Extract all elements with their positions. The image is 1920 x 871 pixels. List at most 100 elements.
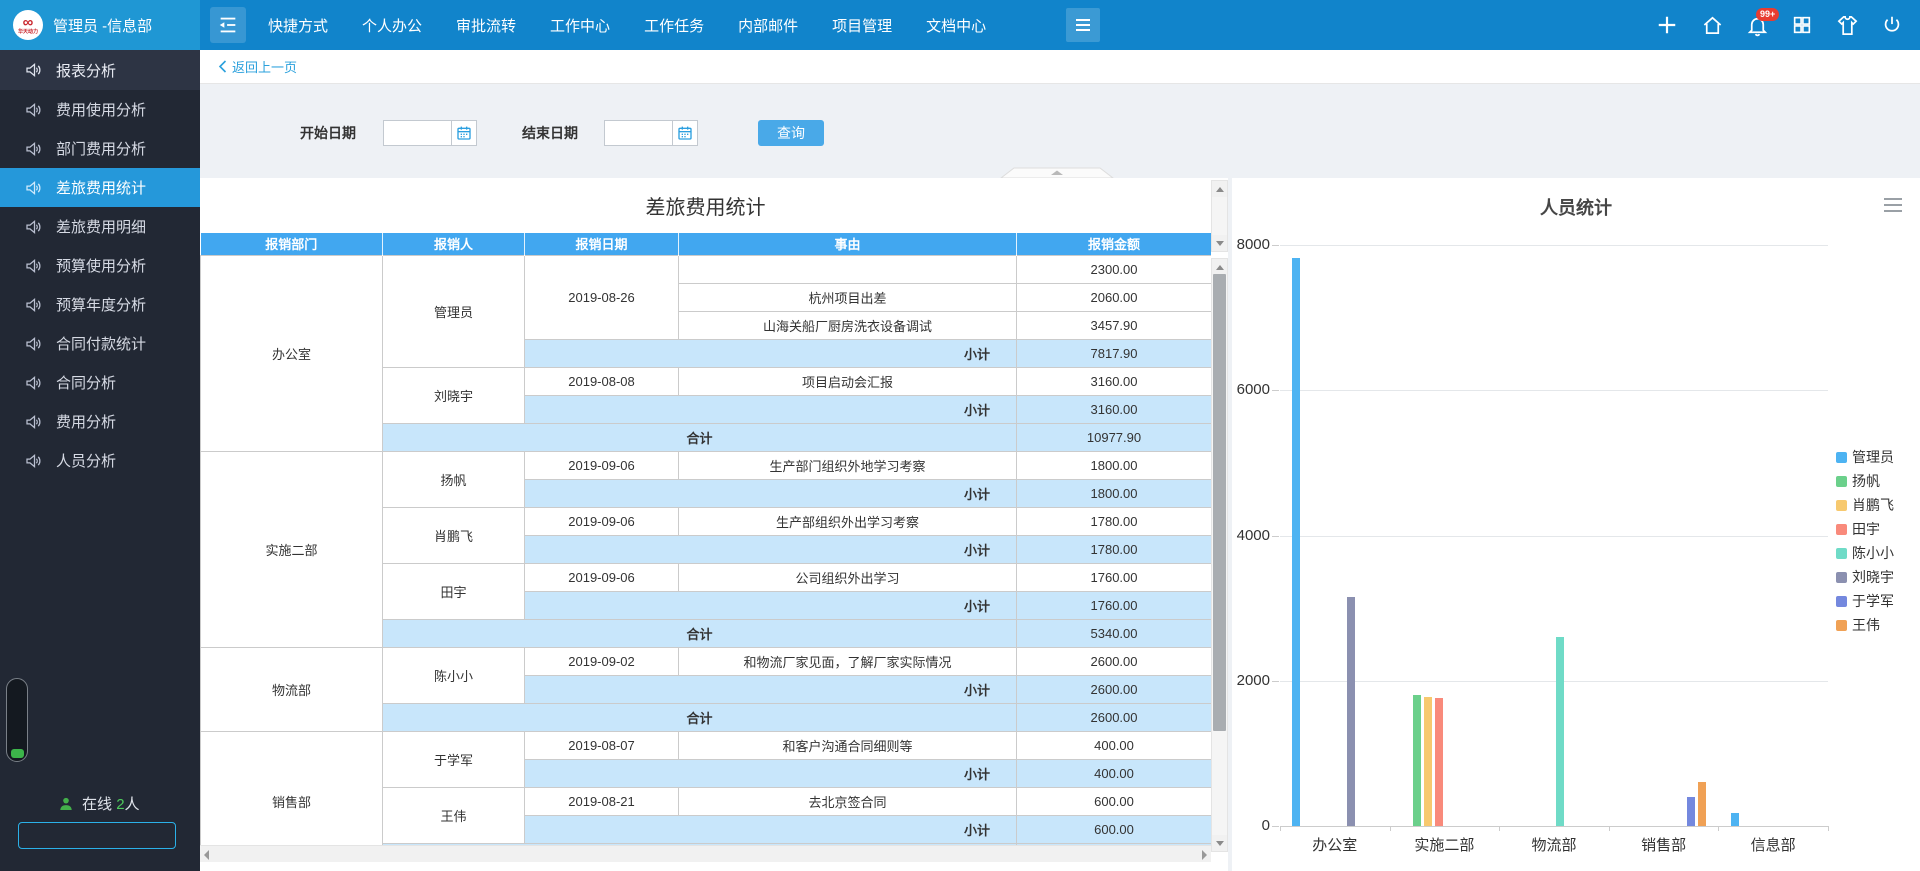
sidebar-item[interactable]: 合同分析 (0, 363, 200, 402)
scroll-up-icon[interactable] (1212, 259, 1227, 275)
sidebar-collapse-icon[interactable] (210, 7, 246, 43)
legend-swatch (1836, 596, 1847, 607)
sidebar-item[interactable]: 差旅费用统计 (0, 168, 200, 207)
sidebar-item[interactable]: 合同付款统计 (0, 324, 200, 363)
subtotal-amount: 2600.00 (1017, 675, 1212, 703)
legend-item[interactable]: 扬帆 (1836, 474, 1894, 488)
y-axis-label: 0 (1230, 817, 1270, 834)
scroll-up-icon[interactable] (1212, 181, 1227, 197)
nav-item[interactable]: 个人办公 (362, 15, 422, 36)
main-area: 返回上一页 开始日期 结束日期 查询 (200, 50, 1920, 871)
subtotal-amount: 3160.00 (1017, 395, 1212, 423)
reason-cell: 项目启动会汇报 (679, 367, 1017, 395)
chart-bar (1698, 782, 1706, 826)
legend-swatch (1836, 524, 1847, 535)
reason-cell: 山海关船厂厨房洗衣设备调试 (679, 311, 1017, 339)
x-axis-label: 实施二部 (1390, 834, 1500, 855)
home-icon[interactable] (1700, 13, 1724, 37)
column-header: 报销人 (383, 233, 525, 255)
scroll-down-icon[interactable] (1212, 235, 1227, 251)
theme-shirt-icon[interactable] (1835, 13, 1859, 37)
chart-toolbox-icon[interactable] (1884, 198, 1902, 212)
outer-vertical-scrollbar[interactable] (1211, 180, 1228, 252)
legend-item[interactable]: 肖鹏飞 (1836, 498, 1894, 512)
x-axis-label: 物流部 (1499, 834, 1609, 855)
legend-swatch (1836, 452, 1847, 463)
table-vertical-scrollbar[interactable] (1211, 258, 1228, 852)
scroll-down-icon[interactable] (1212, 835, 1227, 851)
subtotal-amount: 1760.00 (1017, 591, 1212, 619)
end-date-calendar-icon[interactable] (672, 120, 698, 146)
department-cell: 办公室 (201, 255, 383, 451)
sidebar-search (18, 822, 176, 849)
sidebar-item[interactable]: 部门费用分析 (0, 129, 200, 168)
expense-table-body: 办公室管理员2019-08-262300.00杭州项目出差2060.00山海关船… (201, 255, 1212, 845)
notifications-icon[interactable]: 99+ (1745, 13, 1769, 37)
back-link[interactable]: 返回上一页 (200, 50, 1920, 84)
end-date-input[interactable] (604, 120, 672, 146)
expense-row: 办公室管理员2019-08-262300.00 (201, 255, 1212, 283)
nav-item[interactable]: 工作任务 (644, 15, 704, 36)
end-date-label: 结束日期 (522, 123, 578, 143)
sidebar-item[interactable]: 费用分析 (0, 402, 200, 441)
person-cell: 于学军 (383, 731, 525, 787)
start-date-group (383, 120, 477, 146)
legend-item[interactable]: 于学军 (1836, 594, 1894, 608)
chart-bar (1435, 698, 1443, 826)
sidebar-item[interactable]: 差旅费用明细 (0, 207, 200, 246)
online-user-icon (58, 796, 74, 812)
scrollbar-column (1211, 178, 1228, 871)
y-tick (1272, 536, 1279, 537)
nav-item[interactable]: 工作中心 (550, 15, 610, 36)
amount-cell: 2060.00 (1017, 283, 1212, 311)
legend-item[interactable]: 田宇 (1836, 522, 1894, 536)
scroll-right-icon[interactable] (1202, 850, 1207, 860)
sidebar-search-input[interactable] (19, 823, 211, 848)
add-icon[interactable] (1655, 13, 1679, 37)
speaker-icon (24, 179, 42, 197)
department-cell: 实施二部 (201, 451, 383, 647)
topbar-icons: 99+ (1655, 0, 1904, 50)
subtotal-amount: 400.00 (1017, 759, 1212, 787)
sidebar-item[interactable]: 预算使用分析 (0, 246, 200, 285)
legend-swatch (1836, 620, 1847, 631)
speaker-icon (24, 413, 42, 431)
subtotal-amount: 7817.90 (1017, 339, 1212, 367)
chart-bar (1413, 695, 1421, 826)
chart-bar (1556, 637, 1564, 826)
legend-item[interactable]: 陈小小 (1836, 546, 1894, 560)
nav-item[interactable]: 文档中心 (926, 15, 986, 36)
subtotal-amount: 600.00 (1017, 815, 1212, 843)
legend-item[interactable]: 刘晓宇 (1836, 570, 1894, 584)
column-header: 报销金额 (1017, 233, 1212, 255)
person-cell: 陈小小 (383, 647, 525, 703)
legend-swatch (1836, 500, 1847, 511)
nav-item[interactable]: 快捷方式 (268, 15, 328, 36)
subtotal-label: 小计 (525, 675, 1017, 703)
subtotal-amount: 1800.00 (1017, 479, 1212, 507)
apps-grid-icon[interactable] (1790, 13, 1814, 37)
subtotal-label: 小计 (525, 591, 1017, 619)
person-cell: 王伟 (383, 787, 525, 843)
legend-item[interactable]: 管理员 (1836, 450, 1894, 464)
sidebar-item[interactable]: 预算年度分析 (0, 285, 200, 324)
query-button[interactable]: 查询 (758, 120, 824, 146)
sidebar-item[interactable]: 人员分析 (0, 441, 200, 480)
volume-slider[interactable] (6, 678, 28, 762)
sidebar-item[interactable]: 费用使用分析 (0, 90, 200, 129)
nav-item[interactable]: 内部邮件 (738, 15, 798, 36)
amount-cell: 2300.00 (1017, 255, 1212, 283)
table-horizontal-scrollbar[interactable] (200, 845, 1211, 862)
more-menu-button[interactable] (1066, 8, 1100, 42)
scrollbar-thumb[interactable] (1213, 274, 1226, 731)
sidebar-menu: 费用使用分析部门费用分析差旅费用统计差旅费用明细预算使用分析预算年度分析合同付款… (0, 90, 200, 480)
sidebar-group-header: 报表分析 (0, 50, 200, 90)
scroll-left-icon[interactable] (204, 850, 209, 860)
nav-item[interactable]: 审批流转 (456, 15, 516, 36)
start-date-input[interactable] (383, 120, 451, 146)
legend-item[interactable]: 王伟 (1836, 618, 1894, 632)
logout-power-icon[interactable] (1880, 13, 1904, 37)
expense-row: 销售部于学军2019-08-07和客户沟通合同细则等400.00 (201, 731, 1212, 759)
nav-item[interactable]: 项目管理 (832, 15, 892, 36)
start-date-calendar-icon[interactable] (451, 120, 477, 146)
